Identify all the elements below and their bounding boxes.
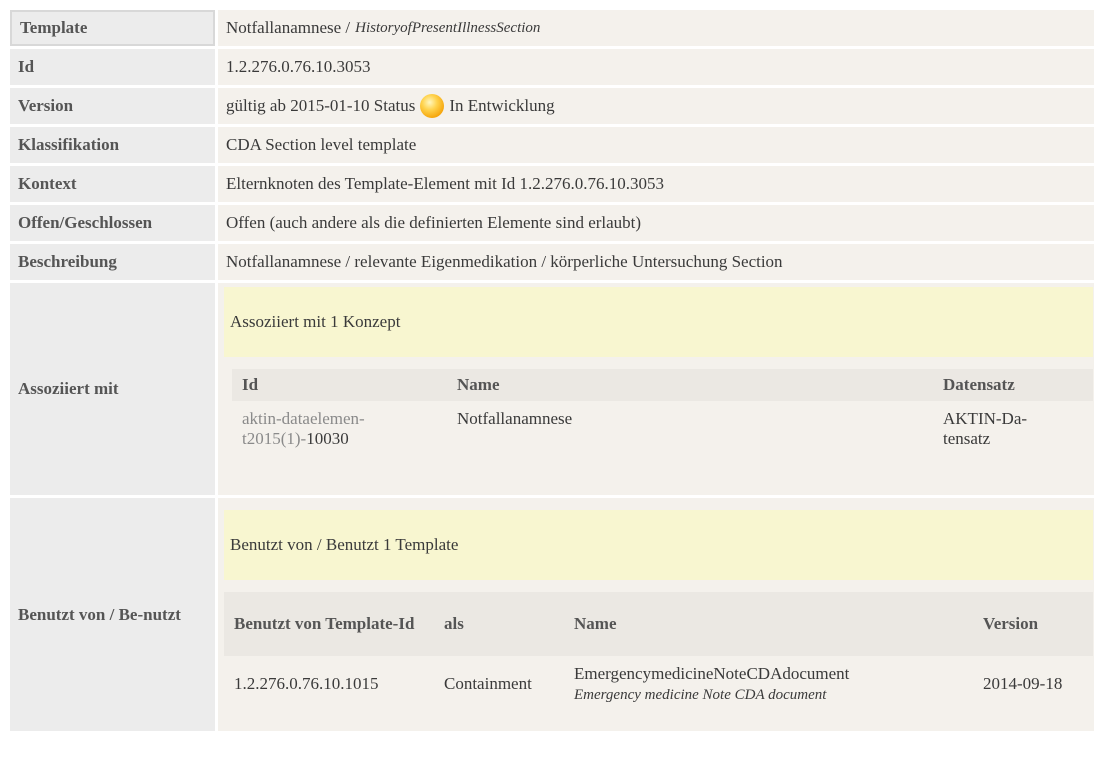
- status-text: In Entwicklung: [449, 96, 555, 115]
- label-id: Id: [10, 49, 215, 85]
- value-assoziiert: Assoziiert mit 1 Konzept Id Name Datensa…: [218, 283, 1094, 495]
- row-id: Id 1.2.276.0.76.10.3053: [10, 49, 1094, 85]
- value-template: Notfallanamnese / HistoryofPresentIllnes…: [218, 10, 1094, 46]
- row-assoziiert: Assoziiert mit Assoziiert mit 1 Konzept …: [10, 283, 1094, 495]
- template-detail-table: Template Notfallanamnese / HistoryofPres…: [10, 10, 1094, 734]
- col-als: als: [434, 592, 564, 656]
- template-name: Notfallanamnese /: [226, 18, 351, 37]
- row-beschreibung: Beschreibung Notfallanamnese / relevante…: [10, 244, 1094, 280]
- template-italic-name: HistoryofPresentIllnessSection: [355, 19, 541, 36]
- cell-name: Notfallanamnese: [457, 409, 573, 428]
- cell-name: EmergencymedicineNoteCDAdocument Emergen…: [564, 656, 973, 712]
- row-version: Version gültig ab 2015-01-10 Status In E…: [10, 88, 1094, 124]
- benutzt-header: Benutzt von / Benutzt 1 Template: [224, 510, 1093, 580]
- row-offen: Offen/Geschlossen Offen (auch andere als…: [10, 205, 1094, 241]
- value-kontext: Elternknoten des Template-Element mit Id…: [218, 166, 1094, 202]
- template-link-name[interactable]: EmergencymedicineNoteCDAdocument: [574, 664, 849, 683]
- label-kontext: Kontext: [10, 166, 215, 202]
- cell-datensatz: AKTIN-Da- tensatz: [933, 401, 1093, 457]
- col-version: Version: [973, 592, 1093, 656]
- template-display-name: Emergency medicine Note CDA document: [574, 687, 827, 703]
- value-beschreibung: Notfallanamnese / relevante Eigenmedikat…: [218, 244, 1094, 280]
- col-datensatz: Datensatz: [933, 369, 1093, 401]
- label-template: Template: [10, 10, 215, 46]
- value-benutzt: Benutzt von / Benutzt 1 Template Benutzt…: [218, 498, 1094, 731]
- assoziiert-header: Assoziiert mit 1 Konzept: [224, 287, 1093, 357]
- cell-version: 2014-09-18: [983, 674, 1063, 693]
- assoziiert-table: Id Name Datensatz aktin-dataelemen- t201…: [232, 369, 1093, 457]
- label-benutzt: Benutzt von / Be-nutzt: [10, 498, 215, 731]
- col-template-id: Benutzt von Template-Id: [224, 592, 434, 656]
- datensatz-line1: AKTIN-Da-: [943, 409, 1028, 428]
- col-name: Name: [564, 592, 973, 656]
- datensatz-line2: tensatz: [943, 429, 991, 448]
- cell-als: Containment: [444, 674, 532, 693]
- label-klassifikation: Klassifikation: [10, 127, 215, 163]
- table-row: aktin-dataelemen- t2015(1)-10030 Notfall…: [232, 401, 1093, 457]
- label-assoziiert: Assoziiert mit: [10, 283, 215, 495]
- label-beschreibung: Beschreibung: [10, 244, 215, 280]
- status-dot-icon: [420, 94, 445, 118]
- value-version: gültig ab 2015-01-10 Status In Entwicklu…: [218, 88, 1094, 124]
- concept-id-line1: aktin-dataelemen-: [242, 409, 365, 428]
- table-row: 1.2.276.0.76.10.1015 Containment Emergen…: [224, 656, 1093, 712]
- label-version: Version: [10, 88, 215, 124]
- version-prefix: gültig ab 2015-01-10 Status: [226, 96, 416, 115]
- cell-template-id: 1.2.276.0.76.10.1015: [234, 674, 379, 693]
- label-offen: Offen/Geschlossen: [10, 205, 215, 241]
- row-benutzt: Benutzt von / Be-nutzt Benutzt von / Ben…: [10, 498, 1094, 731]
- row-kontext: Kontext Elternknoten des Template-Elemen…: [10, 166, 1094, 202]
- value-id: 1.2.276.0.76.10.3053: [218, 49, 1094, 85]
- value-offen: Offen (auch andere als die definierten E…: [218, 205, 1094, 241]
- concept-id-line2: t2015(1)-: [242, 429, 307, 448]
- row-klassifikation: Klassifikation CDA Section level templat…: [10, 127, 1094, 163]
- col-id: Id: [232, 369, 447, 401]
- row-template: Template Notfallanamnese / HistoryofPres…: [10, 10, 1094, 46]
- benutzt-table: Benutzt von Template-Id als Name Version…: [224, 592, 1093, 712]
- col-name: Name: [447, 369, 933, 401]
- value-klassifikation: CDA Section level template: [218, 127, 1094, 163]
- concept-id-number: 10030: [306, 429, 349, 448]
- cell-id: aktin-dataelemen- t2015(1)-10030: [232, 401, 447, 457]
